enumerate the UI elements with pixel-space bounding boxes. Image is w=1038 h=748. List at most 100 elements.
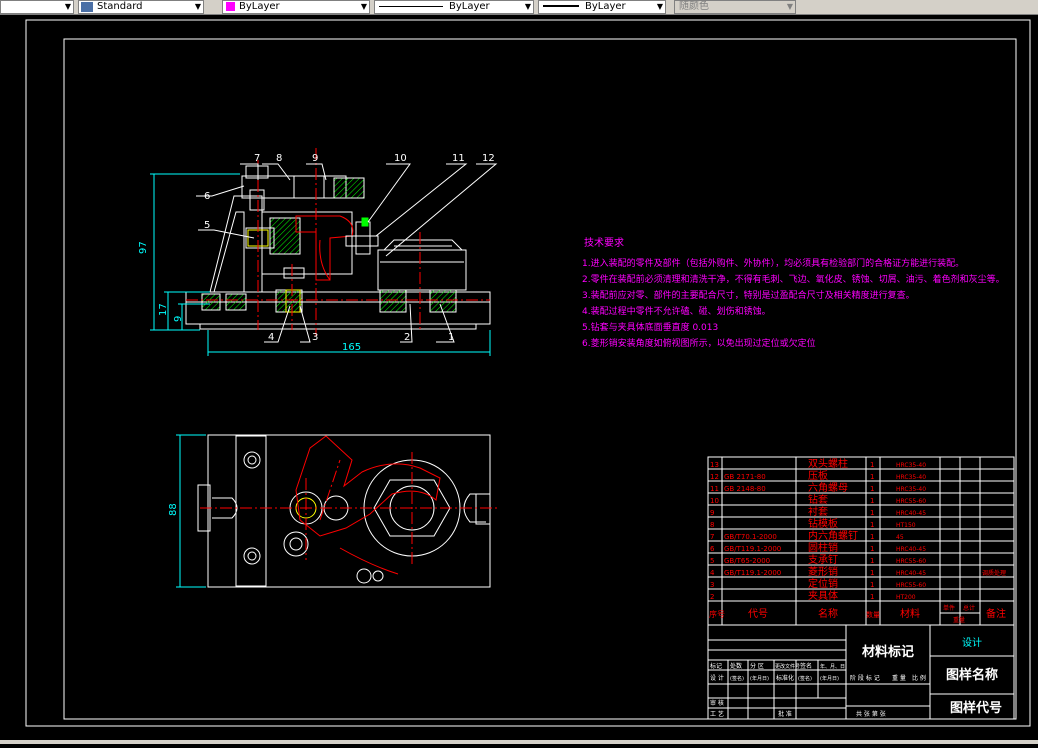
- color-dropdown[interactable]: ByLayer ▼: [222, 0, 370, 14]
- tb-designer: 设 计: [710, 674, 724, 682]
- linetype-dropdown[interactable]: ByLayer ▼: [374, 0, 534, 14]
- color-swatch: [226, 1, 235, 11]
- bom-cell-no: 11: [710, 485, 719, 493]
- bom-cell-material: HRC40-45: [896, 570, 926, 577]
- bom-cell-code: GB/T65-2000: [724, 557, 770, 565]
- bom-cell-material: HRC35-40: [896, 486, 926, 493]
- bom-cell-name: 定位销: [808, 577, 838, 590]
- bom-cell-material: HRC35-40: [896, 474, 926, 481]
- tb-ymd-1: (年月日): [750, 675, 769, 682]
- bom-cell-material: 45: [896, 534, 904, 541]
- tb-count: 处数: [730, 662, 742, 670]
- bom-cell-qty: 1: [870, 569, 874, 577]
- chevron-down-icon: ▼: [524, 2, 531, 11]
- balloon-12: 12: [482, 153, 495, 164]
- tech-line-5: 5.钻套与夹具体底面垂直度 0.013: [582, 321, 718, 333]
- style-icon: [81, 2, 93, 12]
- outer-frame: [25, 19, 1031, 727]
- bom-cell-code: GB/T119.1-2000: [724, 545, 781, 553]
- tech-title: 技术要求: [584, 236, 624, 249]
- bom-cell-qty: 1: [870, 473, 874, 481]
- bom-cell-name: 压板: [808, 469, 828, 482]
- bom-cell-no: 4: [710, 569, 715, 577]
- balloon-4: 4: [268, 332, 274, 343]
- bom-cell-material: HRC40-45: [896, 510, 926, 517]
- properties-toolbar: ▼ Standard ▼ ByLayer ▼ ByLayer ▼ ByLayer…: [0, 0, 1038, 15]
- color-value: ByLayer: [239, 1, 280, 12]
- plotstyle-dropdown[interactable]: 随颜色 ▼: [674, 0, 796, 14]
- drill-plate-plan: [295, 435, 441, 537]
- drawing-svg[interactable]: 7 8 9 6 5 10 11 12 4 3 2 1 97 17 9 165 8…: [0, 15, 1038, 744]
- dim-plan-height: 88: [168, 503, 179, 516]
- style-dropdown[interactable]: Standard ▼: [78, 0, 204, 14]
- balloon-5: 5: [204, 220, 210, 231]
- plotstyle-value: 随颜色: [679, 1, 709, 12]
- tb-drawing-code: 图样代号: [950, 700, 1002, 716]
- bom-cell-qty: 1: [870, 461, 874, 469]
- style-name: Standard: [97, 1, 143, 12]
- bom-cell-name: 菱形销: [808, 565, 838, 578]
- bom-cell-no: 9: [710, 509, 714, 517]
- linetype-value: ByLayer: [449, 1, 490, 12]
- chevron-down-icon: ▼: [194, 2, 201, 11]
- tb-change-doc: 更改文件号: [775, 663, 800, 670]
- bom-cell-material: HRC35-40: [896, 462, 926, 469]
- bom-cell-code: GB/T119.1-2000: [724, 569, 781, 577]
- bom-cell-code: GB 2171-80: [724, 473, 766, 481]
- tb-weight: 重 量: [892, 674, 906, 682]
- toolbar-dropdown-left[interactable]: ▼: [0, 0, 74, 14]
- chevron-down-icon: ▼: [360, 2, 367, 11]
- lineweight-dropdown[interactable]: ByLayer ▼: [538, 0, 666, 14]
- bom-header-weight: 重量: [953, 616, 965, 624]
- bom-cell-qty: 1: [870, 581, 874, 589]
- bom-cell-name: 钻套: [808, 493, 828, 506]
- bom-cell-material: HRC40-45: [896, 546, 926, 553]
- bom-cell-material: HRC55-60: [896, 582, 926, 589]
- bom-header-total: 总计: [963, 604, 975, 612]
- balloon-7: 7: [254, 153, 260, 164]
- bom-cell-qty: 1: [870, 509, 874, 517]
- tb-signed-2: (签名): [798, 675, 812, 682]
- bom-header-note: 备注: [986, 607, 1006, 620]
- bom-cell-no: 6: [710, 545, 715, 553]
- balloon-10: 10: [394, 153, 407, 164]
- bom-cell-qty: 1: [870, 545, 874, 553]
- bom-cell-no: 5: [710, 557, 714, 565]
- bom-cell-name: 内六角螺钉: [808, 529, 858, 542]
- front-view: [185, 148, 491, 336]
- dim-height-total: 97: [138, 241, 149, 254]
- bom-cell-name: 钻模板: [808, 517, 838, 530]
- balloon-6: 6: [204, 191, 210, 202]
- balloon-11: 11: [452, 153, 465, 164]
- bom-cell-no: 10: [710, 497, 719, 505]
- bom-header-code: 代号: [748, 608, 768, 620]
- tech-line-3: 3.装配前应对零、部件的主要配合尺寸，特别是过盈配合尺寸及相关精度进行复查。: [582, 289, 915, 301]
- dim-small-b: 9: [173, 316, 184, 322]
- bom-header-unit: 单件: [943, 604, 955, 612]
- tech-line-2: 2.零件在装配前必须清理和清洗干净，不得有毛刺、飞边、氧化皮、锈蚀、切屑、油污、…: [582, 273, 1005, 285]
- bom-cell-no: 2: [710, 593, 714, 601]
- chevron-down-icon: ▼: [656, 2, 663, 11]
- bom-cell-code: GB/T70.1-2000: [724, 533, 777, 541]
- bom-header-material: 材料: [900, 607, 920, 620]
- tb-signed-1: (签名): [730, 675, 744, 682]
- tech-line-6: 6.菱形销安装角度如俯视图所示，以免出现过定位或欠定位: [582, 337, 816, 349]
- bom-cell-name: 圆柱销: [808, 541, 838, 554]
- lineweight-sample: [543, 5, 579, 7]
- chevron-down-icon: ▼: [786, 2, 793, 11]
- tech-requirements: 技术要求 1.进入装配的零件及部件（包括外购件、外协件），均必须具有检验部门的合…: [582, 236, 1005, 349]
- status-bar: [0, 740, 1038, 744]
- bom-cell-name: 支承钉: [808, 554, 838, 566]
- tb-scale: 比 例: [912, 674, 926, 682]
- bom-cell-qty: 1: [870, 533, 874, 541]
- drawing-canvas[interactable]: 7 8 9 6 5 10 11 12 4 3 2 1 97 17 9 165 8…: [0, 15, 1038, 744]
- bom-cell-material: HRC55-60: [896, 498, 926, 505]
- tb-stage: 阶 段 标 记: [850, 674, 880, 682]
- workpiece: [377, 249, 467, 291]
- bom-cell-no: 3: [710, 581, 714, 589]
- bom-cell-qty: 1: [870, 593, 874, 601]
- bom-cell-no: 12: [710, 473, 719, 481]
- balloon-3: 3: [312, 332, 318, 343]
- dim-width: 165: [342, 342, 361, 353]
- bom-cell-name: 双头螺柱: [808, 457, 848, 470]
